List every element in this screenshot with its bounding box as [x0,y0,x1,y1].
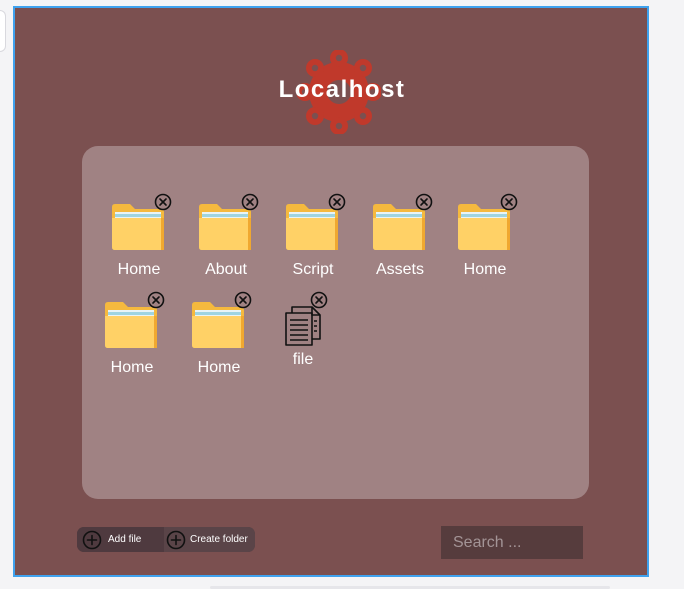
remove-icon[interactable] [154,193,172,211]
item-label: About [205,261,247,278]
item-label: Home [197,359,241,376]
document-icon [285,306,321,346]
folder-item[interactable]: Assets [355,193,445,291]
file-item[interactable]: file [258,291,348,389]
plus-circle-icon [82,530,102,549]
folder-item[interactable]: Home [87,291,177,389]
logo: Localhost [15,50,647,134]
remove-icon[interactable] [415,193,433,211]
create-folder-button[interactable]: Create folder [164,527,255,552]
item-label: Assets [375,261,424,278]
folder-item[interactable]: About [181,193,271,291]
side-panel-tab[interactable] [0,10,6,52]
remove-icon[interactable] [328,193,346,211]
remove-icon[interactable] [147,291,165,309]
remove-icon[interactable] [241,193,259,211]
search-input[interactable] [441,526,583,559]
folder-item[interactable]: Home [94,193,184,291]
remove-icon[interactable] [234,291,252,309]
item-label: Home [110,359,154,376]
folder-item[interactable]: Script [268,193,358,291]
add-file-label: Add file [108,534,142,545]
remove-icon[interactable] [500,193,518,211]
remove-icon[interactable] [310,291,328,309]
toolbar: Add file Create folder [77,527,255,552]
folder-item[interactable]: Home [440,193,530,291]
item-label: Home [463,261,507,278]
item-label: Script [292,261,334,278]
add-file-button[interactable]: Add file [77,527,164,552]
item-label: file [292,351,314,368]
brand-name: Localhost [278,76,406,103]
folder-item[interactable]: Home [174,291,264,389]
file-browser-panel: Home About Script Assets Home Home Home … [82,146,589,499]
create-folder-label: Create folder [190,534,248,545]
item-label: Home [117,261,161,278]
app-window: Localhost Home About Script Assets Home … [13,6,649,577]
plus-circle-icon [166,530,186,549]
